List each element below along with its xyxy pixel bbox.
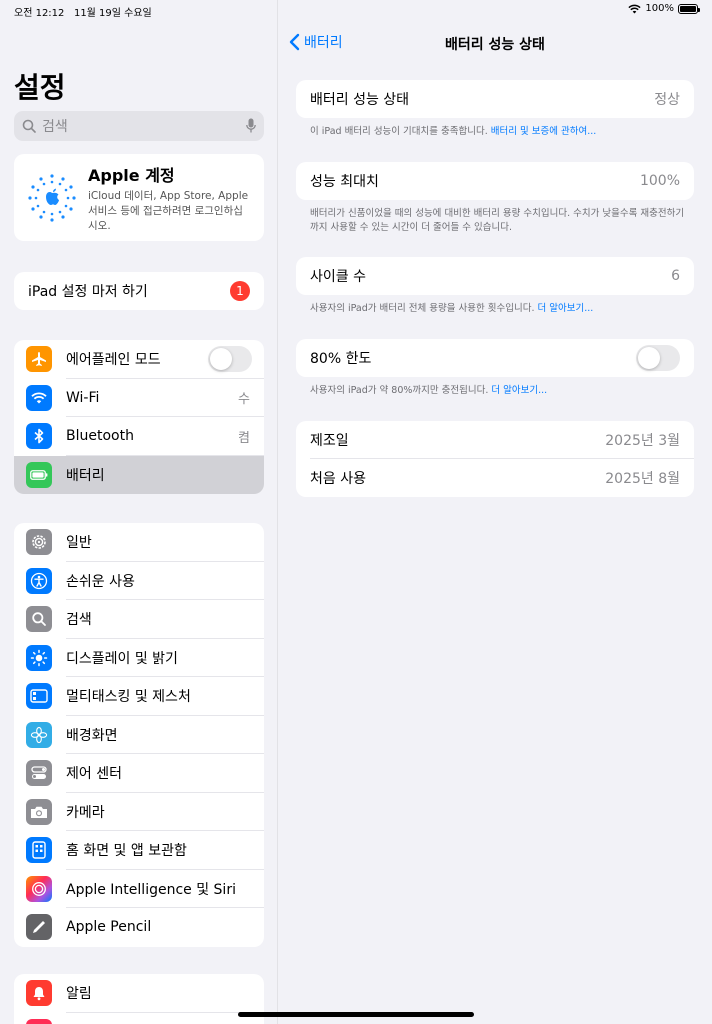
cycle-count-value: 6 <box>671 268 680 284</box>
first-use-value: 2025년 8월 <box>605 471 680 487</box>
search-icon <box>22 119 36 133</box>
sidebar-item-battery[interactable]: 배터리 <box>14 455 264 494</box>
battery-health-card: 배터리 성능 상태 정상 <box>296 80 694 118</box>
notification-icon <box>26 980 52 1007</box>
accessibility-icon <box>26 567 52 594</box>
max-capacity-card: 성능 최대치 100% <box>296 162 694 200</box>
wifi-value: 수 <box>238 392 250 408</box>
limit-80-toggle[interactable] <box>636 345 680 371</box>
sidebar-item-apple-intelligence-siri[interactable]: Apple Intelligence 및 Siri <box>14 870 264 909</box>
cycle-count-row: 사이클 수 6 <box>310 268 680 285</box>
pencil-icon <box>26 914 52 941</box>
sidebar-item-general[interactable]: 일반 <box>14 523 264 562</box>
app-icon <box>26 1018 52 1024</box>
brightness-icon <box>26 644 52 671</box>
camera-icon <box>26 798 52 825</box>
microphone-icon[interactable] <box>246 118 256 134</box>
gear-icon <box>26 529 52 556</box>
sidebar: 설정 검색 Apple 계정 iCloud 데이터, App Store, Ap… <box>0 0 278 1024</box>
control-center-icon <box>26 760 52 787</box>
limit-learn-more-link[interactable]: 더 알아보기... <box>491 385 547 396</box>
finish-setup-label: iPad 설정 마저 하기 <box>28 284 148 300</box>
battery-health-footer: 이 iPad 배터리 성능이 기대치를 충족합니다. 배터리 및 보증에 관하여… <box>310 126 597 137</box>
wifi-status-icon <box>628 4 642 13</box>
main-panel: 배터리 배터리 성능 상태 배터리 성능 상태 정상 이 iPad 배터리 성능… <box>278 0 712 1024</box>
notification-badge: 1 <box>230 281 250 301</box>
wallpaper-icon <box>26 721 52 748</box>
connectivity-group: 에어플레인 모드 Wi-Fi 수 Bluetooth 켬 배터리 <box>14 340 264 494</box>
account-name: Apple 계정 <box>88 165 175 185</box>
battery-icon <box>26 461 52 488</box>
battery-status-icon <box>678 3 700 14</box>
home-indicator[interactable] <box>238 1012 474 1017</box>
home-screen-icon <box>26 837 52 864</box>
sidebar-item-wifi[interactable]: Wi-Fi 수 <box>14 379 264 418</box>
bluetooth-icon <box>26 423 52 450</box>
battery-health-value: 정상 <box>654 92 680 108</box>
sidebar-item-bluetooth[interactable]: Bluetooth 켬 <box>14 417 264 456</box>
cycle-count-footer: 사용자의 iPad가 배터리 전체 용량을 사용한 횟수입니다. 더 알아보기.… <box>310 303 594 314</box>
search-icon <box>26 606 52 633</box>
search-input[interactable]: 검색 <box>14 111 264 141</box>
battery-health-row[interactable]: 배터리 성능 상태 정상 <box>296 80 694 118</box>
cycle-count-card: 사이클 수 6 <box>296 257 694 295</box>
apple-account-card[interactable]: Apple 계정 iCloud 데이터, App Store, Apple 서비… <box>14 154 264 241</box>
sidebar-item-apple-pencil[interactable]: Apple Pencil <box>14 908 264 947</box>
multitasking-icon <box>26 683 52 710</box>
limit-footer: 사용자의 iPad가 약 80%까지만 충전됩니다. 더 알아보기... <box>310 385 548 396</box>
status-bar: 오전 12:12 11월 19일 수요일 100% <box>0 0 712 20</box>
max-capacity-footer: 배터리가 신품이었을 때의 성능에 대비한 배터리 용량 수치입니다. 수치가 … <box>310 208 685 233</box>
max-capacity-value: 100% <box>639 173 680 189</box>
wifi-icon <box>26 384 52 411</box>
notifications-group: 알림 <box>14 974 264 1024</box>
status-time: 오전 12:12 11월 19일 수요일 <box>14 8 152 19</box>
sidebar-item-search[interactable]: 검색 <box>14 600 264 639</box>
sidebar-item-next-partial[interactable] <box>14 1013 264 1024</box>
dates-card: 제조일 2025년 3월 처음 사용 2025년 8월 <box>296 421 694 497</box>
battery-percent: 100% <box>645 3 674 14</box>
siri-icon <box>26 875 52 902</box>
sidebar-item-home-screen[interactable]: 홈 화면 및 앱 보관함 <box>14 831 264 870</box>
account-description: iCloud 데이터, App Store, Apple 서비스 등에 접근하려… <box>88 189 249 232</box>
sidebar-item-notifications[interactable]: 알림 <box>14 974 264 1013</box>
manufacture-date-row: 제조일 2025년 3월 <box>296 421 694 459</box>
bluetooth-value: 켬 <box>238 430 250 446</box>
battery-warranty-link[interactable]: 배터리 및 보증에 관하여... <box>491 126 597 137</box>
navigation-bar: 배터리 배터리 성능 상태 <box>278 30 712 56</box>
limit-card: 80% 한도 <box>296 339 694 377</box>
search-placeholder: 검색 <box>42 119 68 135</box>
sidebar-item-display[interactable]: 디스플레이 및 밝기 <box>14 639 264 678</box>
limit-row: 80% 한도 <box>296 339 694 377</box>
status-right: 100% <box>628 3 700 14</box>
apple-account-avatar-icon <box>28 173 76 222</box>
sidebar-item-control-center[interactable]: 제어 센터 <box>14 754 264 793</box>
sidebar-item-multitasking[interactable]: 멀티태스킹 및 제스처 <box>14 677 264 716</box>
first-use-row: 처음 사용 2025년 8월 <box>296 459 694 497</box>
airplane-icon <box>26 346 52 373</box>
manufacture-date-value: 2025년 3월 <box>605 433 680 449</box>
sidebar-item-airplane[interactable]: 에어플레인 모드 <box>14 340 264 379</box>
sidebar-item-wallpaper[interactable]: 배경화면 <box>14 716 264 755</box>
sidebar-item-accessibility[interactable]: 손쉬운 사용 <box>14 562 264 601</box>
page-title: 배터리 성능 상태 <box>445 37 545 53</box>
airplane-mode-toggle[interactable] <box>208 346 252 373</box>
sidebar-title: 설정 <box>14 71 66 104</box>
sidebar-item-camera[interactable]: 카메라 <box>14 793 264 832</box>
finish-setup-button[interactable]: iPad 설정 마저 하기 1 <box>14 272 264 310</box>
general-group: 일반 손쉬운 사용 검색 디스플레이 및 밝기 멀티태스킹 및 제스처 배경화면… <box>14 523 264 947</box>
max-capacity-row: 성능 최대치 100% <box>310 173 680 190</box>
cycle-learn-more-link[interactable]: 더 알아보기... <box>538 303 594 314</box>
